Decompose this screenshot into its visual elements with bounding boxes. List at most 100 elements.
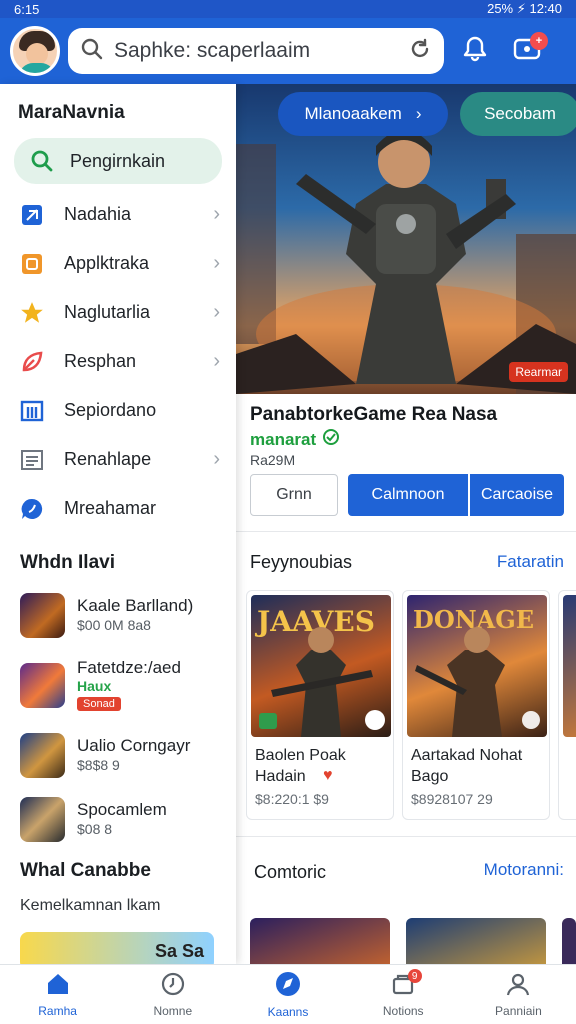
nav-label: Panniain	[495, 1004, 542, 1018]
section-link[interactable]: Fataratin	[497, 552, 564, 572]
app-size: Ra29M	[250, 452, 296, 468]
bell-icon	[460, 34, 490, 69]
chevron-right-icon: ›	[213, 252, 220, 274]
hero-banner[interactable]: Mlanoaakem › Secobam Rearmar	[236, 84, 576, 394]
drawer-section-title-2: Whal Canabbe	[20, 860, 151, 881]
section-title: Feyynoubias	[250, 552, 353, 572]
secondary-button[interactable]: Grnn	[250, 474, 338, 516]
drawer-item-label: Pengirnkain	[70, 150, 166, 171]
game-name: Ualio Corngayr	[77, 736, 191, 755]
chevron-down-icon: ›	[415, 104, 422, 123]
game-card[interactable]: DONAGE Aartakad Nohat Bago $8928107 29	[402, 590, 550, 820]
search-icon	[80, 37, 104, 66]
refresh-icon[interactable]	[408, 37, 432, 66]
status-bar: 6:15 25% ⚡ 12:40	[0, 0, 576, 18]
drawer-title: MaraNavnia	[18, 102, 125, 123]
drawer-item-7[interactable]: Mreahamar	[0, 484, 236, 533]
developer-label: manarat	[250, 429, 317, 449]
heart-icon: ♥	[323, 767, 333, 784]
hero-pill-label: Mlanoaakem	[304, 104, 402, 123]
notifications-button[interactable]	[454, 30, 496, 72]
messages-button[interactable]: +	[506, 30, 548, 72]
leaf-icon	[18, 350, 46, 374]
clock-icon	[160, 971, 186, 1000]
game-badge: Sonad	[77, 697, 121, 711]
drawer-item-5[interactable]: Sepiordano	[0, 386, 236, 435]
drawer-item-6[interactable]: Renahlape ›	[0, 435, 236, 484]
drawer-item-1[interactable]: Nadahia ›	[0, 190, 236, 239]
person-icon	[505, 971, 531, 1000]
avatar[interactable]	[10, 26, 60, 76]
search-input[interactable]: Saphke: scaperlaaim	[114, 39, 408, 63]
drawer-item-4[interactable]: Resphan ›	[0, 337, 236, 386]
game-card-partial[interactable]	[558, 590, 576, 820]
game-card-name: Aartakad Nohat Bago	[411, 747, 523, 785]
list-item[interactable]: Ualio Corngayr $8$8 9	[0, 723, 236, 787]
hero-pill-label: Secobam	[484, 104, 556, 123]
nav-tab-3[interactable]: Kaanns	[230, 965, 345, 1024]
game-meta: $8$8 9	[77, 757, 120, 773]
drawer-item-label: Mreahamar	[64, 498, 157, 518]
nav-tab-2[interactable]: Nomne	[115, 965, 230, 1024]
navigation-drawer: MaraNavnia Pengirnkain Nadahia › Applktr…	[0, 84, 236, 970]
section-link[interactable]: Motoranni:	[484, 860, 564, 880]
list-item[interactable]: Fatetdze:/aed Haux Sonad	[0, 647, 236, 723]
main-content: Mlanoaakem › Secobam Rearmar PanabtorkeG…	[236, 84, 576, 978]
list-item[interactable]: Spocamlem $08 8	[0, 787, 236, 851]
drawer-item-label: Renahlape	[64, 449, 152, 469]
app-icon	[18, 252, 46, 276]
bottom-navigation: Ramha Nomne Kaanns 9 Notions Panniain	[0, 964, 576, 1024]
game-thumbnail	[20, 662, 65, 708]
list-item[interactable]: Kaale Barlland) $00 0M 8a8	[0, 583, 236, 647]
nav-tab-4[interactable]: 9 Notions	[346, 965, 461, 1024]
drawer-section-title: Whdn Ilavi	[20, 552, 115, 573]
game-thumbnail	[20, 796, 65, 842]
search-bar[interactable]: Saphke: scaperlaaim	[68, 28, 444, 74]
drawer-item-0[interactable]: Pengirnkain	[14, 138, 222, 184]
chevron-right-icon: ›	[213, 448, 220, 470]
puzzle-icon	[18, 203, 46, 227]
drawer-footnote: Kemelkamnan lkam	[20, 897, 161, 914]
game-tag: Haux	[77, 678, 112, 694]
chat-icon	[18, 497, 46, 521]
drawer-item-label: Nadahia	[64, 204, 132, 224]
verified-icon	[322, 428, 340, 451]
game-card-meta: $8:220:1 $9	[255, 791, 329, 807]
featured-title: PanabtorkeGame Rea Nasa	[250, 404, 498, 425]
status-right: 25% ⚡ 12:40	[487, 1, 562, 16]
game-card[interactable]: JAAVES Baolen Poak Hadain ♥ $8:220:1 $9	[246, 590, 394, 820]
hero-badge: Rearmar	[509, 362, 568, 382]
search-icon	[28, 149, 56, 173]
home-icon	[45, 971, 71, 1000]
compass-icon	[274, 970, 302, 1001]
nav-tab-5[interactable]: Panniain	[461, 965, 576, 1024]
game-meta: $08 8	[77, 821, 113, 837]
game-card-meta: $8928107 29	[411, 791, 493, 807]
game-name: Fatetdze:/aed	[77, 658, 181, 677]
nav-label: Kaanns	[267, 1005, 309, 1019]
drawer-item-3[interactable]: Naglutarlia ›	[0, 288, 236, 337]
drawer-item-label: Resphan	[64, 351, 137, 371]
developer-name[interactable]: manarat	[250, 428, 340, 451]
status-time: 6:15	[14, 1, 40, 17]
drawer-item-2[interactable]: Applktraka ›	[0, 239, 236, 288]
hero-pill-secondary[interactable]: Secobam	[460, 92, 576, 136]
list-icon	[18, 448, 46, 472]
drawer-item-label: Sepiordano	[64, 400, 157, 420]
chevron-right-icon: ›	[213, 350, 220, 372]
drawer-item-label: Naglutarlia	[64, 302, 151, 322]
game-card-image: JAAVES	[251, 595, 391, 737]
game-card-image: DONAGE	[407, 595, 547, 737]
game-thumbnail	[20, 732, 65, 778]
nav-label: Ramha	[38, 1004, 77, 1018]
nav-tab-home[interactable]: Ramha	[0, 965, 115, 1024]
game-thumbnail	[20, 592, 65, 638]
drawer-item-label: Applktraka	[64, 253, 150, 273]
divider	[236, 836, 576, 837]
game-name: Spocamlem	[77, 800, 167, 819]
primary-button-2[interactable]: Carcaoise	[470, 474, 564, 516]
primary-button[interactable]: Calmnoon	[348, 474, 468, 516]
star-icon	[18, 300, 46, 326]
hero-pill-primary[interactable]: Mlanoaakem ›	[278, 92, 448, 136]
game-meta: $00 0M 8a8	[77, 617, 151, 633]
